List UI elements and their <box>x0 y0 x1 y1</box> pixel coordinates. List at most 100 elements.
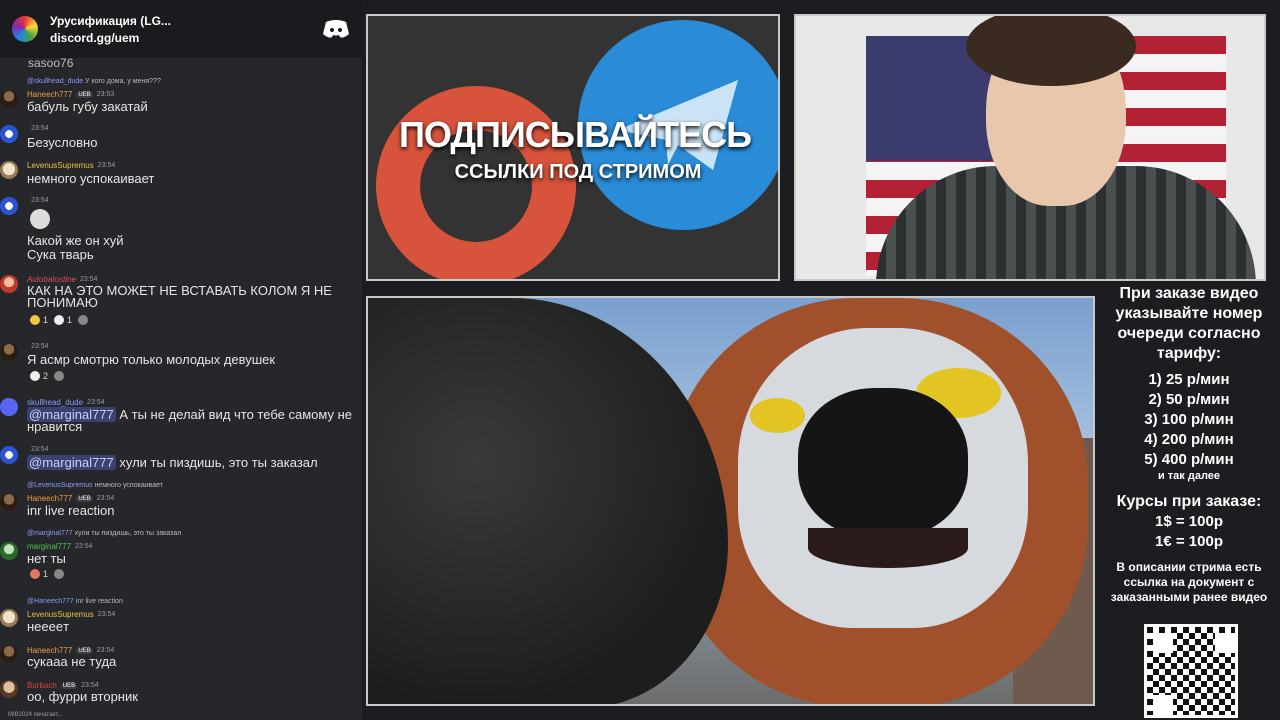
author-name: marginal777 <box>27 542 72 551</box>
timestamp: 23:54 <box>31 343 49 350</box>
timestamp: 23:54 <box>97 162 116 169</box>
rate-item: 1€ = 100р <box>1155 533 1223 550</box>
tariff-item: 4) 200 р/мин <box>1144 431 1234 448</box>
tariff-item: 5) 400 р/мин <box>1144 451 1234 468</box>
message-text: Я асмр смотрю только молодых девушек <box>27 352 276 367</box>
avatar <box>0 197 18 215</box>
timestamp: 23:54 <box>75 543 93 550</box>
typing-indicator: MIB2024 печатает... <box>8 712 63 718</box>
message-text: бабуль губу закатай <box>27 99 148 114</box>
skull-emoji-icon <box>30 371 40 381</box>
avatar <box>0 343 18 361</box>
order-info-panel: При заказе видео указывайте номер очеред… <box>1098 284 1280 720</box>
skull-emoji-icon <box>54 315 65 325</box>
avatar <box>0 275 18 293</box>
add-reaction-icon <box>54 569 65 579</box>
reply-preview: @skullhead_dude У кого дома, у меня??? <box>27 78 161 85</box>
qr-code-image <box>1144 624 1238 718</box>
add-reaction-icon <box>54 371 65 381</box>
timestamp: 23:54 <box>96 647 115 654</box>
timestamp: 23:54 <box>31 125 49 132</box>
author-badge: UEB <box>60 682 78 689</box>
message-text: Безусловно <box>27 135 98 150</box>
author-name: skullhead_dude <box>27 398 84 407</box>
promo-subtitle: ССЫЛКИ ПОД СТРИМОМ <box>454 161 702 183</box>
tariff-item: 1) 25 р/мин <box>1148 371 1230 388</box>
message-text: нееeeт <box>27 619 70 634</box>
add-reaction-button[interactable] <box>54 569 65 579</box>
laugh-emoji-icon <box>30 315 40 325</box>
server-icon <box>12 16 38 42</box>
message-text: сукааа не туда <box>27 654 117 669</box>
discord-chat-panel: Урусификация (LG... discord.gg/uem sasoo… <box>0 0 362 720</box>
avatar <box>0 90 18 108</box>
message-text: КАК НА ЭТО МОЖЕТ НЕ ВСТАВАТЬ КОЛОМ Я НЕ … <box>27 283 332 310</box>
promo-title: ПОДПИСЫВАЙТЕСЬ <box>399 114 752 155</box>
avatar <box>0 125 18 143</box>
message-text: inr live reaction <box>27 503 115 518</box>
reactions: 2 <box>30 371 65 381</box>
message-text: оо, фурри вторник <box>27 689 138 704</box>
server-invite: discord.gg/uem <box>50 30 140 45</box>
timestamp: 23:54 <box>96 495 115 502</box>
avatar <box>0 398 18 416</box>
author-name: LevenusSupremus <box>27 610 94 619</box>
game-view <box>366 296 1095 706</box>
tariff-item: 3) 100 р/мин <box>1144 411 1234 428</box>
timestamp: 23:54 <box>97 611 116 618</box>
sticker-image <box>30 209 50 229</box>
avatar <box>0 609 18 627</box>
reply-preview: @Haneech777 inr live reaction <box>27 598 123 605</box>
message-text: нет ты <box>27 551 66 566</box>
chat-header: Урусификация (LG... discord.gg/uem <box>0 0 362 58</box>
rates-title: Курсы при заказе: <box>1116 493 1262 510</box>
timestamp: 23:54 <box>79 276 98 283</box>
avatar <box>0 446 18 464</box>
server-name: Урусификация (LG... <box>50 13 171 28</box>
message-text: Сука тварь <box>27 247 94 262</box>
avatar <box>0 680 18 698</box>
cut-off-message: sasoo76 <box>28 56 74 70</box>
reaction[interactable]: 1 <box>30 315 48 325</box>
author-name: Haneech777 <box>27 90 73 99</box>
tariff-etc: и так далее <box>1157 470 1221 482</box>
reply-preview: @LevenusSupremus немного успокаивает <box>27 482 164 489</box>
avatar <box>0 493 18 511</box>
add-reaction-icon <box>78 315 89 325</box>
author-name: Haneech777 <box>27 494 73 503</box>
promo-banner: ПОДПИСЫВАЙТЕСЬ ССЫЛКИ ПОД СТРИМОМ <box>366 14 780 281</box>
reply-preview: @marginal777 хули ты пиздишь, это ты зак… <box>27 530 182 537</box>
reaction-emoji-icon <box>30 569 40 579</box>
add-reaction-button[interactable] <box>78 315 89 325</box>
crow-avatar-image <box>368 298 728 704</box>
reactions: 1 1 <box>30 315 89 325</box>
author-badge: UEB <box>76 495 93 502</box>
avatar <box>0 645 18 663</box>
author-name: LevenusSupremus <box>27 161 94 170</box>
avatar <box>0 542 18 560</box>
tariff-list: 1) 25 р/мин 2) 50 р/мин 3) 100 р/мин 4) … <box>1098 370 1280 470</box>
reaction[interactable]: 1 <box>54 315 72 325</box>
info-description: В описании стрима есть ссылка на докумен… <box>1110 560 1268 604</box>
timestamp: 23:54 <box>31 197 49 204</box>
author-badge: UEB <box>76 91 93 98</box>
reaction[interactable]: 1 <box>30 569 48 579</box>
message-text: Какой же он хуй <box>27 233 124 248</box>
timestamp: 23:53 <box>96 91 115 98</box>
info-heading: При заказе видео указывайте номер очеред… <box>1115 285 1263 362</box>
message-text: @marginal777 А ты не делай вид что тебе … <box>27 407 352 434</box>
discord-logo-icon <box>323 20 349 38</box>
add-reaction-button[interactable] <box>54 371 65 381</box>
message-text: @marginal777 хули ты пиздишь, это ты зак… <box>27 455 318 470</box>
author-badge: UEB <box>76 647 93 654</box>
avatar <box>0 161 18 179</box>
webcam-feed <box>794 14 1266 281</box>
timestamp: 23:54 <box>87 399 105 406</box>
timestamp: 23:54 <box>81 682 99 689</box>
message-text: немного успокаивает <box>27 171 155 186</box>
timestamp: 23:54 <box>31 446 49 453</box>
reactions: 1 <box>30 569 65 579</box>
user-mention[interactable]: @marginal777 <box>27 455 116 470</box>
reaction[interactable]: 2 <box>30 371 48 381</box>
tariff-item: 2) 50 р/мин <box>1148 391 1230 408</box>
